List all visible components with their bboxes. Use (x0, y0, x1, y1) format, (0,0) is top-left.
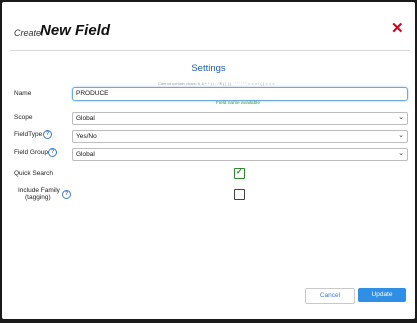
fieldgroup-select[interactable]: Global ⌄ (72, 148, 408, 161)
header-divider (10, 50, 410, 51)
fieldgroup-label: Field Group (14, 149, 48, 156)
chevron-down-icon: ⌄ (398, 132, 404, 139)
include-family-label: Include Family (18, 187, 60, 194)
include-family-sublabel: (tagging) (25, 194, 51, 201)
check-icon: ✓ (236, 167, 243, 176)
settings-heading: Settings (191, 63, 226, 74)
chevron-down-icon: ⌄ (398, 114, 404, 121)
chevron-down-icon: ⌄ (398, 150, 404, 157)
new-field-dialog: Create: New Field ✕ Settings Cannot cont… (2, 2, 415, 319)
fieldtype-label: FieldType (14, 131, 43, 138)
help-icon[interactable]: ? (48, 148, 57, 157)
close-icon[interactable]: ✕ (391, 21, 404, 36)
cancel-button[interactable]: Cancel (305, 288, 355, 304)
help-icon[interactable]: ? (43, 130, 52, 139)
fieldgroup-value: Global (76, 151, 95, 158)
name-available-status: Field name available (216, 101, 260, 106)
name-label: Name (14, 90, 32, 97)
name-char-hint: Cannot contain chars: # & * ^ | \ ; / $ … (158, 81, 275, 86)
scope-select[interactable]: Global ⌄ (72, 112, 408, 125)
fieldtype-value: Yes/No (76, 133, 97, 140)
scope-value: Global (76, 115, 95, 122)
name-input[interactable]: PRODUCE (72, 87, 408, 101)
update-button[interactable]: Update (358, 288, 406, 302)
help-icon[interactable]: ? (62, 190, 71, 199)
dialog-title: New Field (40, 22, 111, 39)
scope-label: Scope (14, 114, 33, 121)
quicksearch-label: Quick Search (14, 170, 54, 177)
include-family-checkbox[interactable] (234, 189, 245, 200)
quicksearch-checkbox[interactable]: ✓ (234, 167, 245, 179)
fieldtype-select[interactable]: Yes/No ⌄ (72, 130, 408, 143)
